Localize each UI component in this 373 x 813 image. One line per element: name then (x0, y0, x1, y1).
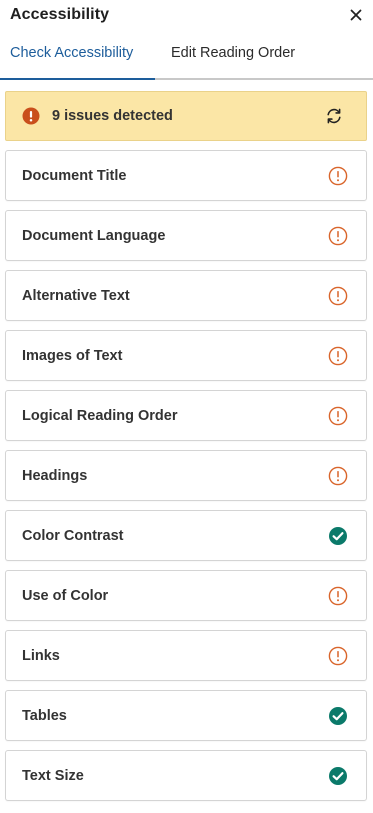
error-filled-icon (22, 107, 40, 125)
check-item-links[interactable]: Links (5, 630, 367, 681)
check-item-images-of-text[interactable]: Images of Text (5, 330, 367, 381)
check-item-label: Text Size (22, 767, 84, 784)
warning-outline-icon (328, 286, 348, 305)
tab-edit-reading-order[interactable]: Edit Reading Order (155, 30, 305, 78)
refresh-icon[interactable] (324, 106, 344, 126)
check-item-logical-reading-order[interactable]: Logical Reading Order (5, 390, 367, 441)
warning-outline-icon (328, 166, 348, 185)
check-item-label: Images of Text (22, 347, 123, 364)
warning-outline-icon (328, 406, 348, 425)
check-item-document-title[interactable]: Document Title (5, 150, 367, 201)
check-item-document-language[interactable]: Document Language (5, 210, 367, 261)
check-item-label: Headings (22, 467, 88, 484)
check-passed-icon (329, 706, 347, 725)
check-list: 9 issues detected Document Title Document… (0, 80, 373, 801)
check-item-tables[interactable]: Tables (5, 690, 367, 741)
issues-count-text: 9 issues detected (52, 108, 173, 124)
check-item-headings[interactable]: Headings (5, 450, 367, 501)
tab-bar: Check Accessibility Edit Reading Order (0, 30, 373, 80)
warning-outline-icon (328, 646, 348, 665)
tab-check-accessibility[interactable]: Check Accessibility (0, 30, 155, 80)
warning-outline-icon (328, 346, 348, 365)
check-item-text-size[interactable]: Text Size (5, 750, 367, 801)
check-item-label: Use of Color (22, 587, 109, 604)
close-icon[interactable] (347, 6, 365, 24)
check-item-label: Document Title (22, 167, 127, 184)
panel-title: Accessibility (10, 6, 110, 23)
check-item-label: Tables (22, 707, 67, 724)
warning-outline-icon (328, 226, 348, 245)
check-item-use-of-color[interactable]: Use of Color (5, 570, 367, 621)
warning-outline-icon (328, 466, 348, 485)
check-item-label: Logical Reading Order (22, 407, 178, 424)
issues-banner: 9 issues detected (5, 91, 367, 141)
panel-header: Accessibility (0, 0, 373, 30)
check-item-alternative-text[interactable]: Alternative Text (5, 270, 367, 321)
check-item-label: Links (22, 647, 60, 664)
accessibility-panel: Accessibility Check Accessibility Edit R… (0, 0, 373, 813)
check-item-color-contrast[interactable]: Color Contrast (5, 510, 367, 561)
check-item-label: Color Contrast (22, 527, 124, 544)
check-item-label: Alternative Text (22, 287, 130, 304)
check-item-label: Document Language (22, 227, 166, 244)
check-passed-icon (329, 526, 347, 545)
check-passed-icon (329, 766, 347, 785)
warning-outline-icon (328, 586, 348, 605)
